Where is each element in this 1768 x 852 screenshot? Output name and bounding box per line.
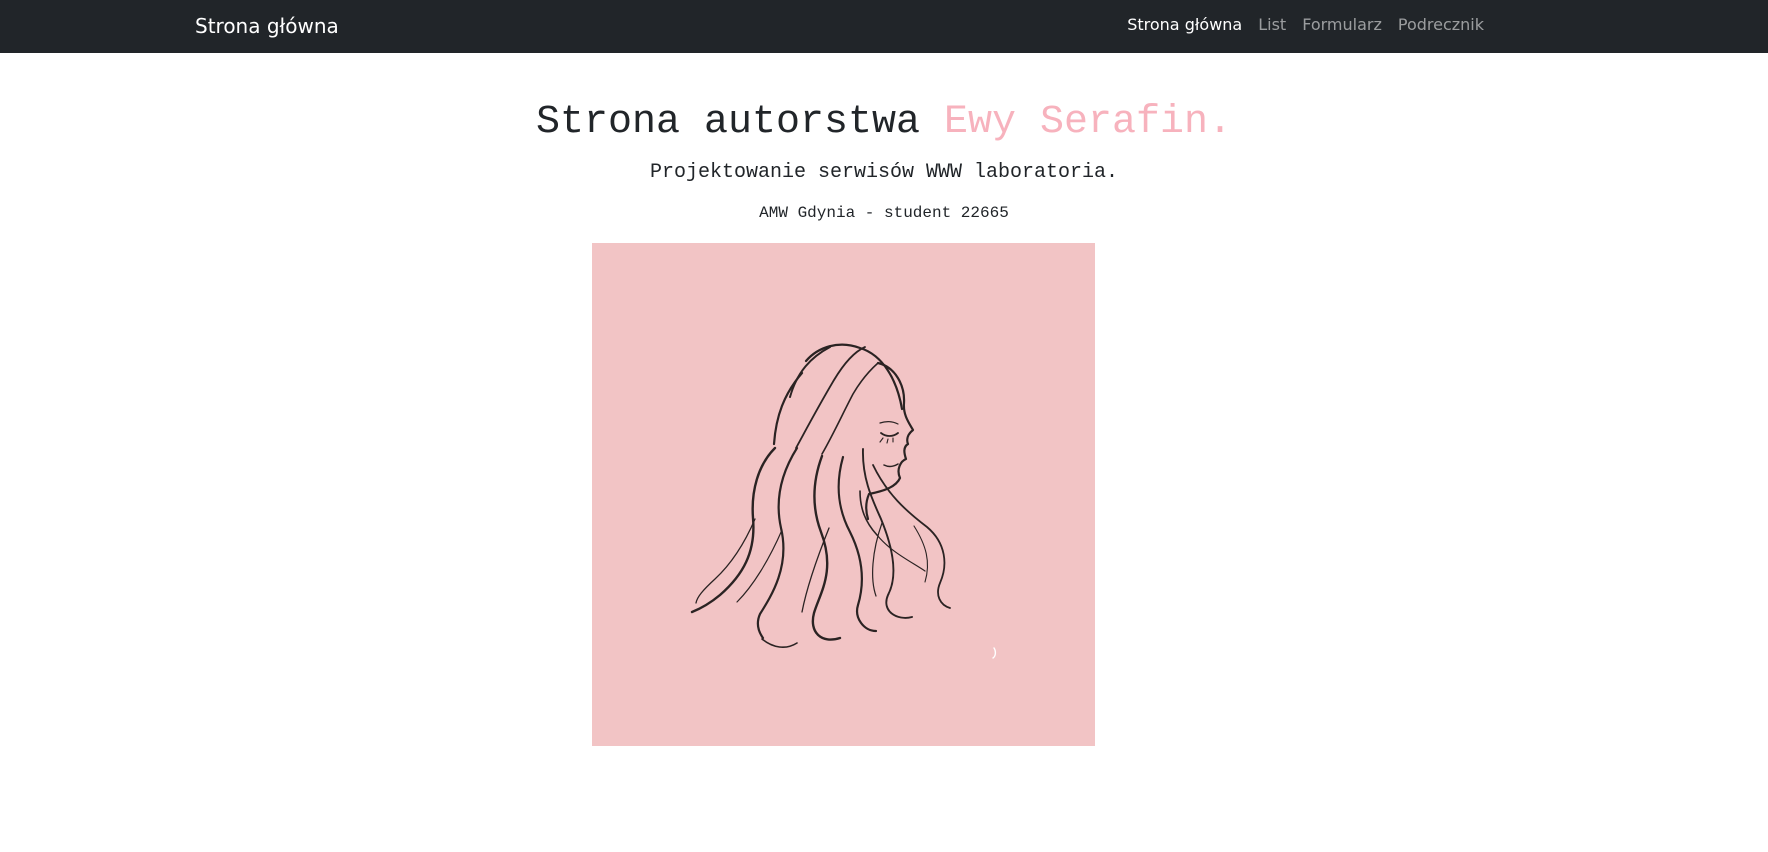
portrait-illustration <box>592 243 1095 746</box>
title-prefix: Strona autorstwa <box>535 100 945 145</box>
nav-link-handbook[interactable]: Podrecznik <box>1398 15 1484 35</box>
page-title: Strona autorstwa Ewy Serafin. <box>0 101 1768 145</box>
top-navbar: Strona główna Strona główna List Formula… <box>0 0 1768 53</box>
nav-link-home[interactable]: Strona główna <box>1127 15 1242 35</box>
nav-link-form[interactable]: Formularz <box>1302 15 1382 35</box>
navbar-brand[interactable]: Strona główna <box>195 14 339 38</box>
author-name: Ewy Serafin. <box>944 100 1233 145</box>
student-info: AMW Gdynia - student 22665 <box>759 204 1009 222</box>
woman-profile-line-art-icon <box>592 243 1095 746</box>
nav-link-list[interactable]: List <box>1258 15 1286 35</box>
navbar-links: Strona główna List Formularz Podrecznik <box>1127 15 1484 35</box>
page-subtitle: Projektowanie serwisów WWW laboratoria. <box>649 161 1119 184</box>
hero-section: Strona autorstwa Ewy Serafin. Projektowa… <box>0 53 1768 223</box>
